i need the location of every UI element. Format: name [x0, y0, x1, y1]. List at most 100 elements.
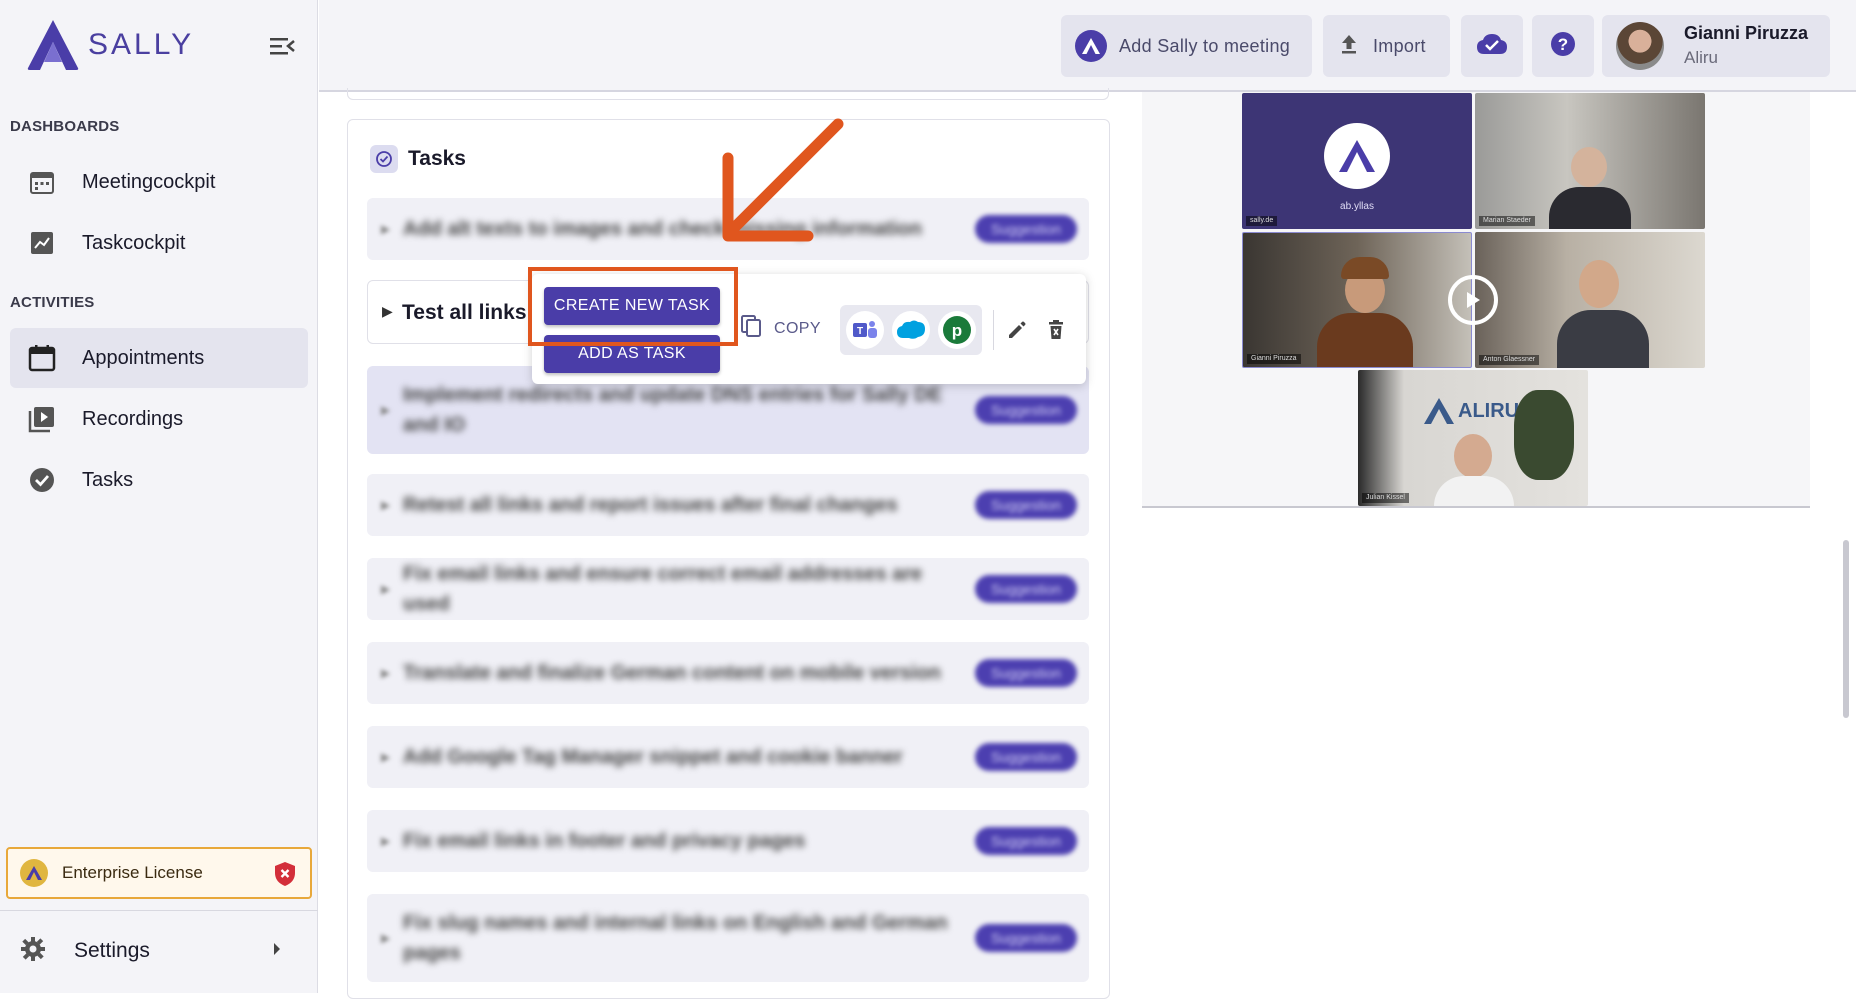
sally-logo-icon	[27, 20, 79, 70]
participant-tag: Gianni Piruzza	[1247, 354, 1301, 364]
participant-body	[1557, 310, 1649, 368]
sidebar-item-recordings[interactable]: Recordings	[10, 389, 308, 449]
participant-tag: sally.de	[1246, 216, 1278, 226]
participant-face	[1571, 147, 1607, 187]
sidebar-item-meetingcockpit[interactable]: Meetingcockpit	[10, 152, 308, 212]
expand-arrow-icon: ▶	[381, 666, 391, 680]
suggestion-badge: Suggestion	[975, 575, 1077, 603]
svg-text:T: T	[857, 326, 863, 337]
task-text: Fix email links in footer and privacy pa…	[403, 830, 806, 852]
video-tile-participant[interactable]: Gianni Piruzza	[1242, 232, 1472, 368]
copy-button[interactable]: COPY	[740, 314, 821, 343]
expand-arrow-icon: ▶	[381, 403, 391, 417]
sally-logo[interactable]: SALLY	[24, 18, 194, 72]
task-row[interactable]: ▶ Add Google Tag Manager snippet and coo…	[367, 726, 1089, 788]
annotation-highlight-box	[528, 267, 738, 346]
section-label-dashboards: DASHBOARDS	[10, 118, 120, 135]
edit-pencil-icon[interactable]	[1006, 319, 1028, 346]
scrollbar[interactable]	[1843, 540, 1849, 718]
aliru-logo: ALIRU	[1422, 396, 1519, 426]
aliru-logo-text: ALIRU	[1458, 399, 1520, 422]
salesforce-icon[interactable]	[892, 311, 930, 349]
suggestion-badge: Suggestion	[975, 743, 1077, 771]
pipedrive-icon[interactable]: p	[938, 311, 976, 349]
svg-text:?: ?	[1558, 35, 1568, 54]
section-label-activities: ACTIVITIES	[10, 294, 95, 311]
settings-label: Settings	[74, 939, 150, 962]
collapse-menu-icon[interactable]	[266, 32, 298, 60]
expand-arrow-icon: ▶	[381, 498, 391, 512]
cloud-check-icon	[1476, 32, 1508, 61]
task-text: Translate and finalize German content on…	[403, 662, 941, 684]
suggestion-badge: Suggestion	[975, 491, 1077, 519]
sidebar: SALLY DASHBOARDS Meetingcockpit Taskcock…	[0, 0, 318, 993]
task-text: Implement redirects and update DNS entri…	[403, 384, 943, 436]
expand-arrow-icon[interactable]: ▶	[382, 303, 393, 320]
enterprise-license-badge[interactable]: Enterprise License	[6, 847, 312, 899]
task-text: Retest all links and report issues after…	[403, 494, 898, 516]
sidebar-item-taskcockpit[interactable]: Taskcockpit	[10, 213, 308, 273]
suggestion-badge: Suggestion	[975, 215, 1077, 243]
suggestion-badge: Suggestion	[975, 924, 1077, 952]
task-row[interactable]: ▶ Retest all links and report issues aft…	[367, 474, 1089, 536]
participant-body	[1549, 187, 1631, 229]
participant-body	[1434, 476, 1514, 506]
sidebar-item-label: Recordings	[82, 407, 184, 430]
shield-error-icon	[274, 861, 296, 892]
add-sally-to-meeting-button[interactable]: Add Sally to meeting	[1061, 15, 1312, 77]
participant-tag: Anton Glaessner	[1479, 355, 1540, 365]
import-button[interactable]: Import	[1323, 15, 1450, 77]
top-bar: Add Sally to meeting Import ? Gianni Pir…	[319, 0, 1856, 92]
avatar	[1616, 22, 1664, 70]
gear-icon	[20, 936, 46, 967]
task-row[interactable]: ▶ Fix slug names and internal links on E…	[367, 894, 1089, 982]
plant-decoration	[1514, 390, 1574, 480]
user-profile[interactable]: Gianni Piruzza Aliru	[1602, 15, 1830, 77]
task-row[interactable]: ▶ Translate and finalize German content …	[367, 642, 1089, 704]
sidebar-item-label: Appointments	[82, 346, 205, 369]
import-label: Import	[1373, 35, 1426, 56]
chevron-right-icon	[272, 942, 282, 961]
sally-bot-avatar	[1324, 123, 1390, 189]
cloud-sync-button[interactable]	[1461, 15, 1523, 77]
participant-hair	[1341, 257, 1389, 279]
help-button[interactable]: ?	[1532, 15, 1594, 77]
copy-label: COPY	[774, 319, 821, 337]
upload-icon	[1339, 33, 1359, 60]
expand-arrow-icon: ▶	[381, 750, 391, 764]
sidebar-item-appointments[interactable]: Appointments	[10, 328, 308, 388]
sidebar-item-label: Meetingcockpit	[82, 170, 216, 193]
video-library-icon	[28, 405, 56, 433]
check-circle-icon	[28, 466, 56, 494]
suggestion-badge: Suggestion	[975, 659, 1077, 687]
expand-arrow-icon: ▶	[381, 582, 391, 596]
logo-text: SALLY	[88, 28, 195, 61]
sally-mark-icon	[1075, 30, 1107, 62]
video-tile-participant[interactable]: Marian Staeder	[1475, 93, 1705, 229]
user-name: Gianni Piruzza	[1684, 23, 1809, 43]
task-row[interactable]: ▶ Fix email links and ensure correct ema…	[367, 558, 1089, 620]
participant-body	[1317, 313, 1413, 367]
task-check-icon	[370, 145, 398, 173]
tasks-header: Tasks	[370, 145, 466, 173]
participant-tag: Marian Staeder	[1479, 216, 1535, 226]
task-row[interactable]: ▶ Fix email links in footer and privacy …	[367, 810, 1089, 872]
suggestion-badge: Suggestion	[975, 396, 1077, 424]
video-tile-sally[interactable]: ab.yllas sally.de	[1242, 93, 1472, 229]
task-text: Fix slug names and internal links on Eng…	[403, 912, 948, 964]
sidebar-item-tasks[interactable]: Tasks	[10, 450, 308, 510]
integrations-group: T p	[840, 305, 982, 355]
previous-card-edge	[347, 88, 1109, 100]
add-sally-label: Add Sally to meeting	[1119, 35, 1291, 56]
calendar-grid-icon	[28, 168, 56, 196]
settings-button[interactable]: Settings	[20, 928, 298, 974]
participant-face	[1579, 260, 1619, 308]
video-tile-participant[interactable]: Anton Glaessner	[1475, 232, 1705, 368]
play-icon[interactable]	[1448, 275, 1498, 325]
svg-text:p: p	[952, 321, 962, 340]
video-tile-participant[interactable]: ALIRU Julian Kissel	[1358, 370, 1588, 506]
task-text: Add Google Tag Manager snippet and cooki…	[403, 746, 903, 768]
delete-trash-icon[interactable]	[1046, 319, 1066, 346]
teams-icon[interactable]: T	[846, 311, 884, 349]
toolbar-divider	[993, 310, 994, 350]
